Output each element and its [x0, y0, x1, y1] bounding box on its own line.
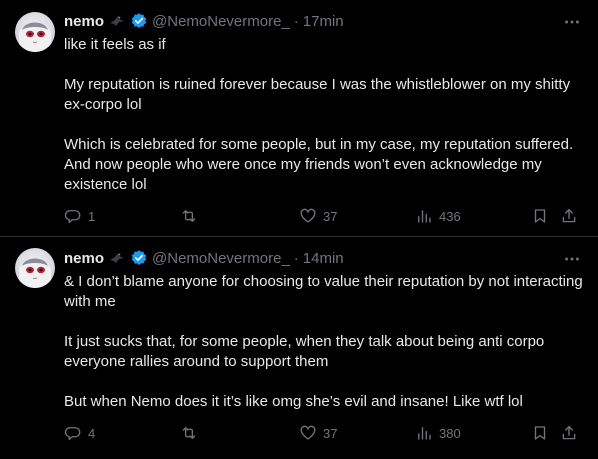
black-bird-emoji	[108, 249, 126, 267]
timestamp[interactable]: 14min	[303, 250, 344, 267]
separator: ·	[293, 12, 299, 30]
repost-icon	[182, 210, 196, 222]
reply-count: 1	[88, 208, 96, 224]
reply-icon	[64, 427, 81, 441]
tweet[interactable]: nemo @NemoNevermore_ · 17min like it fee…	[0, 0, 598, 237]
tweet-header: nemo @NemoNevermore_ · 14min	[64, 247, 344, 269]
author-name[interactable]: nemo	[64, 250, 104, 267]
avatar[interactable]	[15, 12, 55, 52]
share-button[interactable]	[560, 421, 578, 445]
more-dots-icon[interactable]	[562, 12, 582, 32]
action-bar: 1 37 436	[56, 204, 586, 228]
tweet-paragraph: It just sucks that, for some people, whe…	[64, 333, 545, 370]
reply-count: 4	[88, 425, 96, 441]
separator: ·	[293, 249, 299, 267]
bookmark-icon	[534, 209, 546, 223]
timestamp[interactable]: 17min	[303, 13, 344, 30]
tweet-text: & I don’t blame anyone for choosing to v…	[64, 272, 584, 412]
views-button[interactable]: 380	[415, 421, 461, 445]
share-icon	[562, 425, 576, 440]
tweet-paragraph: & I don’t blame anyone for choosing to v…	[64, 273, 583, 310]
black-bird-emoji	[108, 12, 126, 30]
author-handle[interactable]: @NemoNevermore_	[152, 250, 290, 267]
bookmark-icon	[534, 426, 546, 440]
more-dots-icon[interactable]	[562, 249, 582, 269]
like-count: 37	[323, 425, 338, 441]
tweet-paragraph: Which is celebrated for some people, but…	[64, 136, 574, 193]
view-count: 436	[439, 208, 461, 224]
avatar[interactable]	[15, 248, 55, 288]
share-button[interactable]	[560, 204, 578, 228]
repost-icon	[182, 427, 196, 439]
tweet-paragraph: like it feels as if	[64, 36, 166, 53]
like-count: 37	[323, 208, 338, 224]
tweet-paragraph: But when Nemo does it it’s like omg she’…	[64, 393, 523, 410]
tweet-text: like it feels as if My reputation is rui…	[64, 35, 584, 195]
tweet-paragraph: My reputation is ruined forever because …	[64, 76, 571, 113]
repost-button[interactable]	[180, 204, 204, 228]
views-button[interactable]: 436	[415, 204, 461, 228]
action-bar: 4 37 380	[56, 421, 586, 445]
views-chart-icon	[418, 427, 431, 440]
reply-icon	[64, 210, 81, 224]
bookmark-button[interactable]	[531, 421, 549, 445]
repost-button[interactable]	[180, 421, 204, 445]
author-handle[interactable]: @NemoNevermore_	[152, 13, 290, 30]
share-icon	[562, 208, 576, 223]
reply-button[interactable]: 4	[64, 421, 95, 445]
like-button[interactable]: 37	[299, 204, 337, 228]
verified-badge-icon	[130, 12, 148, 30]
view-count: 380	[439, 425, 461, 441]
timeline-feed: nemo @NemoNevermore_ · 17min like it fee…	[0, 0, 598, 459]
reply-button[interactable]: 1	[64, 204, 95, 228]
like-button[interactable]: 37	[299, 421, 337, 445]
bookmark-button[interactable]	[531, 204, 549, 228]
author-name[interactable]: nemo	[64, 13, 104, 30]
heart-icon	[300, 425, 316, 440]
views-chart-icon	[418, 210, 431, 223]
heart-icon	[300, 208, 316, 223]
tweet-header: nemo @NemoNevermore_ · 17min	[64, 10, 344, 32]
verified-badge-icon	[130, 249, 148, 267]
tweet[interactable]: nemo @NemoNevermore_ · 14min & I don’t b…	[0, 237, 598, 459]
